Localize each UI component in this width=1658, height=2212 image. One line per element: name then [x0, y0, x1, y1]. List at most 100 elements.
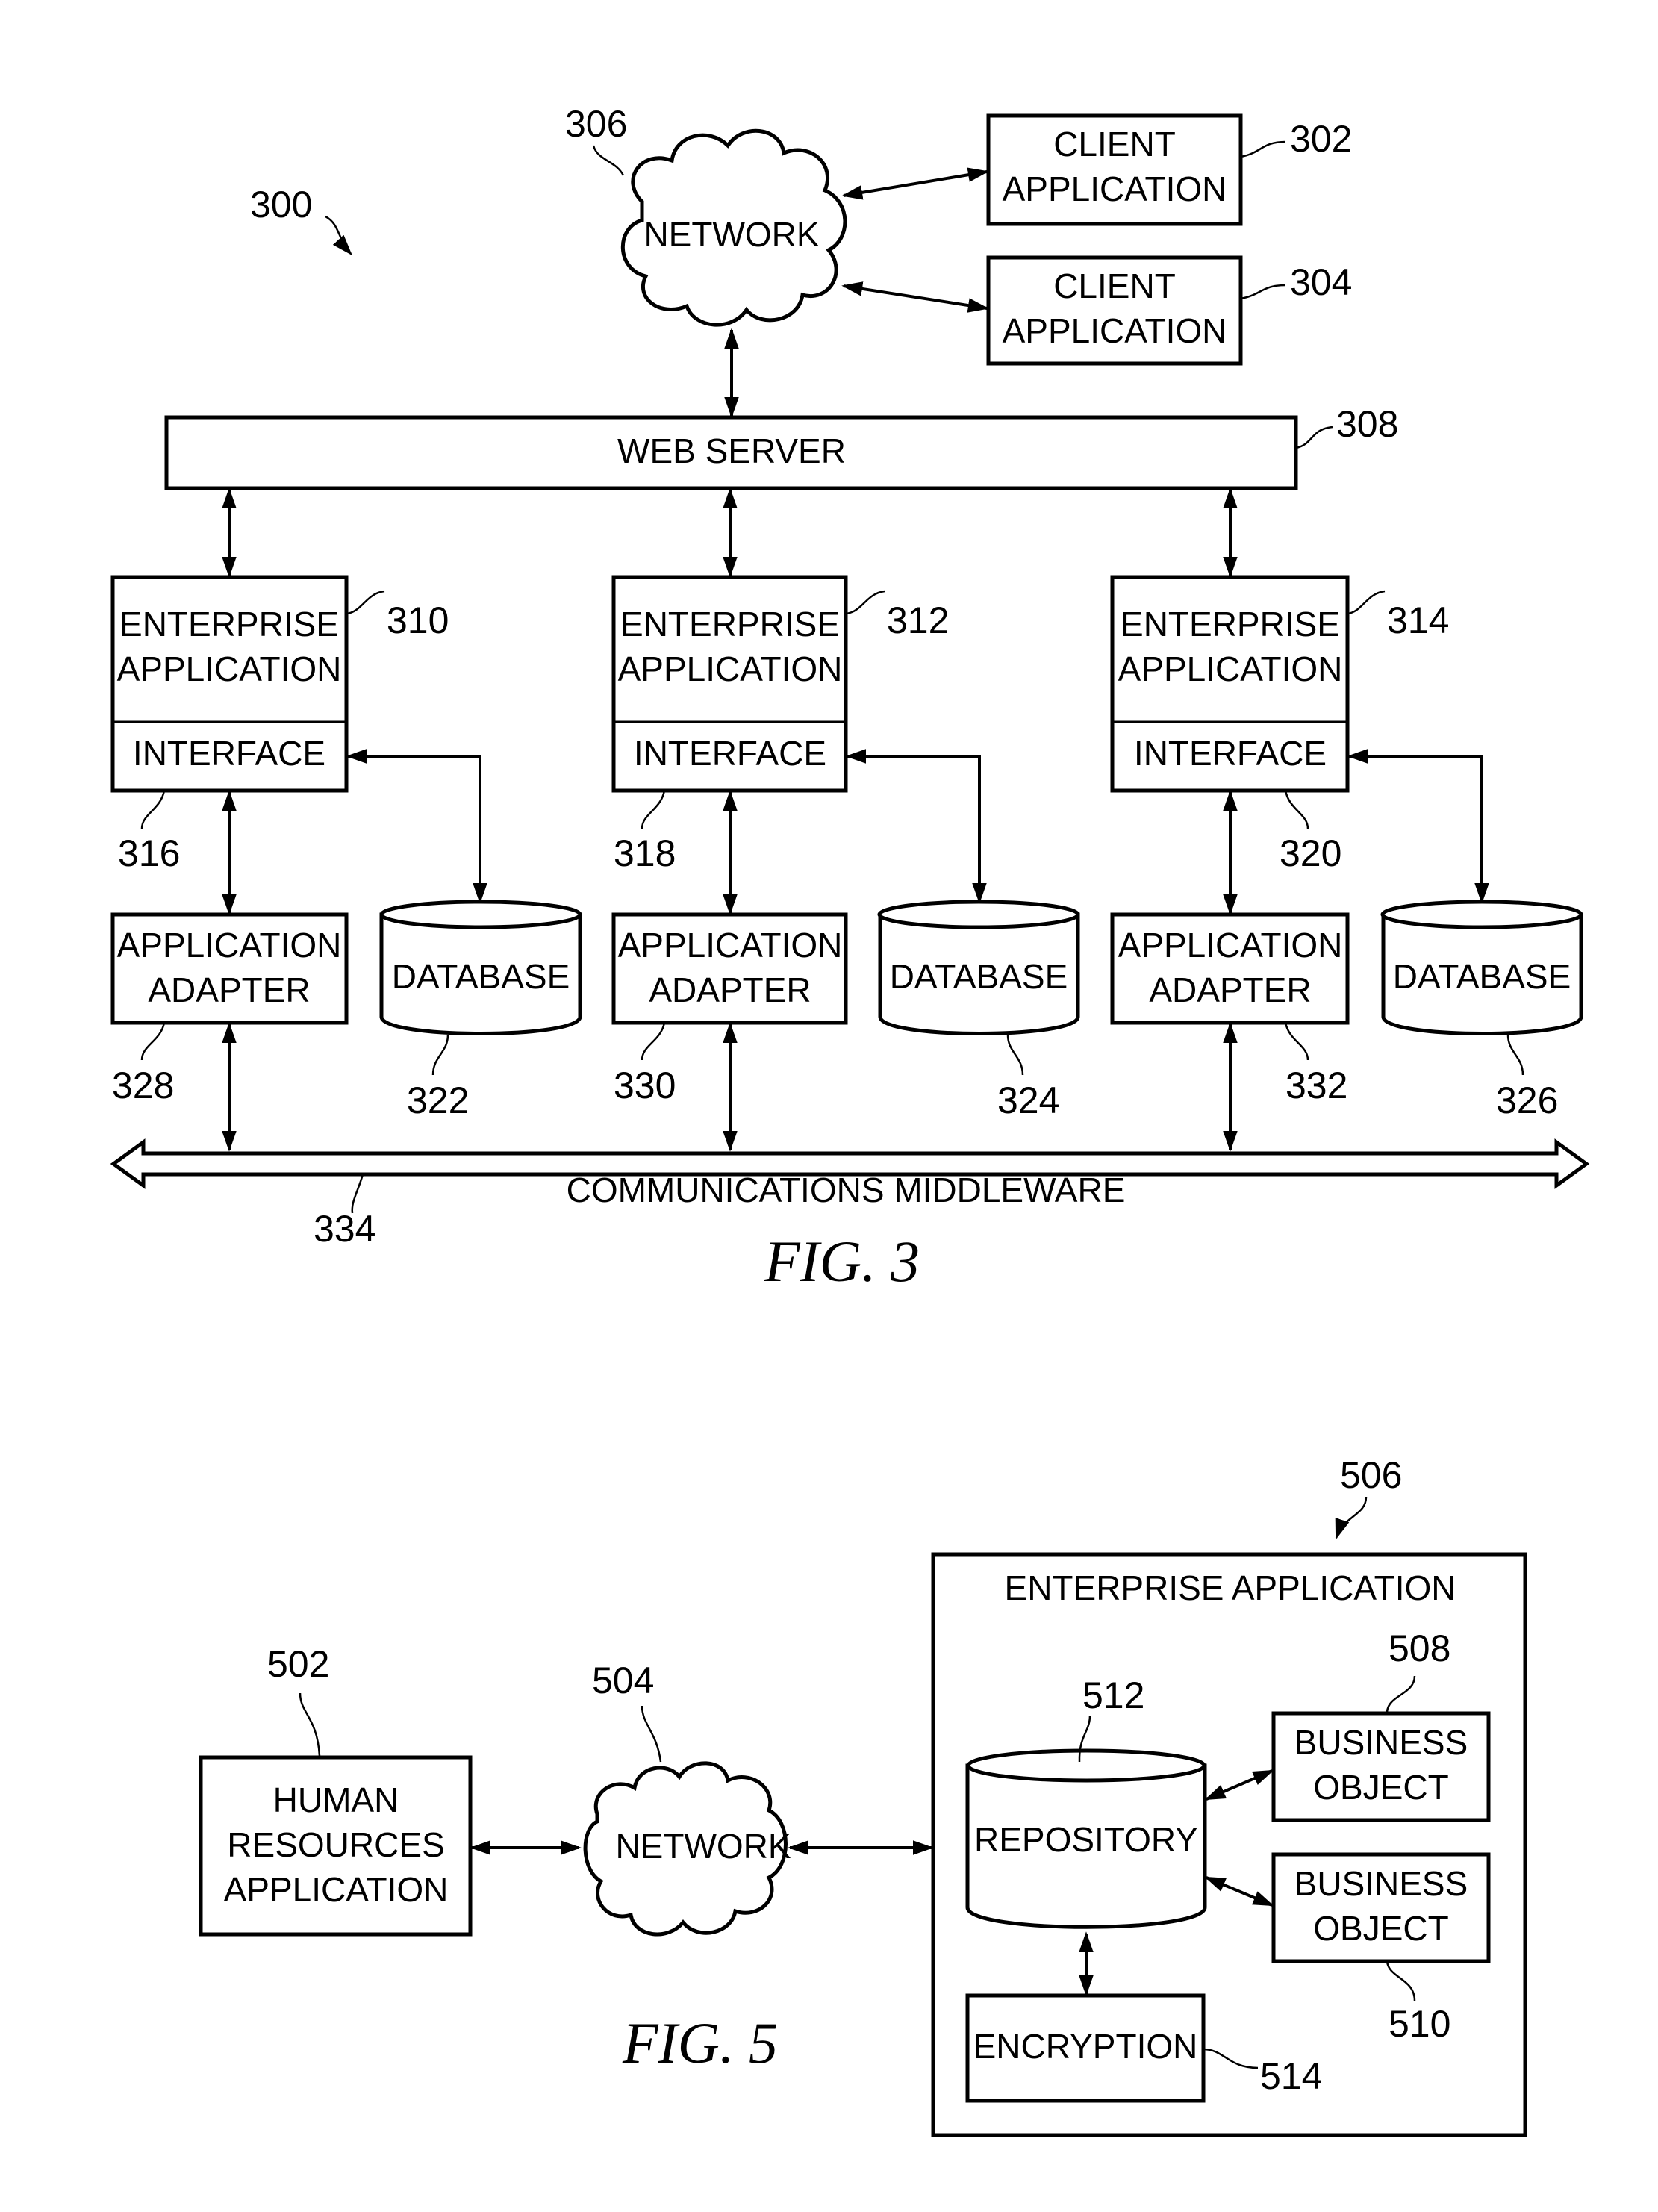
ea-line1: ENTERPRISE [620, 605, 840, 644]
ref-adapter: 328 [112, 1065, 174, 1106]
middleware-label: COMMUNICATIONS MIDDLEWARE [567, 1171, 1126, 1209]
hr-line1: HUMAN [273, 1780, 399, 1819]
leader-306 [592, 145, 625, 176]
arrow-network-client-302 [841, 167, 989, 200]
human-resources-application-502: HUMAN RESOURCES APPLICATION 502 [199, 1643, 473, 1937]
leader-database [431, 1034, 449, 1076]
arrow-interface-database [346, 749, 487, 904]
ref-508: 508 [1389, 1627, 1450, 1669]
enterprise-column-1: ENTERPRISE APPLICATION INTERFACE 310 316… [110, 487, 582, 1152]
network-label: NETWORK [615, 1827, 791, 1866]
leader-ea [1347, 590, 1386, 615]
repository-top [966, 1748, 1206, 1783]
database-top [1380, 900, 1583, 929]
ref-adapter: 330 [614, 1065, 676, 1106]
bo-line1: BUSINESS [1294, 1723, 1468, 1762]
enterprise-application-506: ENTERPRISE APPLICATION 506 REPOSITORY 51… [931, 1454, 1527, 2137]
bo-line1: BUSINESS [1294, 1864, 1468, 1903]
ref-510: 510 [1389, 2003, 1450, 2045]
enterprise-column-3: ENTERPRISE APPLICATION INTERFACE 314 320… [1110, 487, 1583, 1152]
interface-label: INTERFACE [133, 734, 325, 773]
ref-interface: 316 [118, 832, 180, 874]
fig3-diagram: 300 NETWORK 306 CLIENT APPLICATION 302 C… [110, 103, 1590, 1294]
leader-302 [1240, 140, 1286, 158]
ref-308: 308 [1336, 403, 1398, 445]
ea-line2: APPLICATION [117, 649, 342, 688]
leader-interface [140, 790, 166, 829]
hr-line2: RESOURCES [227, 1825, 444, 1864]
ref-506: 506 [1340, 1454, 1402, 1496]
leader-308 [1295, 426, 1333, 449]
enterprise-label: ENTERPRISE APPLICATION [1005, 1568, 1456, 1607]
ref-300: 300 [250, 184, 312, 225]
network-cloud-306: NETWORK 306 [565, 103, 847, 327]
ref-304: 304 [1290, 261, 1352, 303]
leader-502 [299, 1692, 321, 1757]
fig5-caption: FIG. 5 [622, 2010, 778, 2075]
encryption-label: ENCRYPTION [973, 2027, 1198, 2066]
web-server-308: WEB SERVER 308 [164, 403, 1398, 490]
arrow-interface-database [845, 749, 987, 904]
adapter-line1: APPLICATION [117, 926, 342, 965]
client-line2: APPLICATION [1003, 311, 1227, 350]
leader-334 [351, 1174, 364, 1214]
adapter-line2: ADAPTER [148, 971, 310, 1009]
ref-database: 324 [997, 1079, 1059, 1121]
ea-line1: ENTERPRISE [1121, 605, 1340, 644]
interface-label: INTERFACE [634, 734, 826, 773]
ea-line2: APPLICATION [618, 649, 843, 688]
database-cylinder: DATABASE [877, 900, 1080, 1035]
patent-drawing-sheet: 300 NETWORK 306 CLIENT APPLICATION 302 C… [110, 103, 1590, 2137]
bo-line2: OBJECT [1313, 1909, 1448, 1948]
leader-506 [1335, 1496, 1368, 1540]
leader-adapter [641, 1022, 666, 1061]
adapter-line2: ADAPTER [1149, 971, 1311, 1009]
network-label: NETWORK [643, 215, 819, 254]
leader-ea [845, 590, 885, 615]
bo-line2: OBJECT [1313, 1768, 1448, 1807]
ref-database: 326 [1496, 1079, 1558, 1121]
database-top [877, 900, 1080, 929]
arrow-interface-database [1347, 749, 1489, 904]
database-label: DATABASE [392, 957, 570, 996]
leader-adapter [140, 1022, 166, 1061]
client-line2: APPLICATION [1003, 169, 1227, 208]
web-server-label: WEB SERVER [617, 432, 846, 470]
leader-interface [641, 790, 666, 829]
ref-306: 306 [565, 103, 627, 145]
leader-300 [325, 215, 352, 256]
ref-512: 512 [1082, 1674, 1144, 1716]
database-top [379, 900, 582, 929]
adapter-line1: APPLICATION [618, 926, 843, 965]
arrow-network-client-304 [841, 281, 989, 313]
leader-504 [641, 1705, 662, 1763]
ref-database: 322 [407, 1079, 469, 1121]
network-cloud-504: NETWORK 504 [583, 1660, 791, 1937]
ref-504: 504 [592, 1660, 654, 1701]
leader-adapter [1284, 1022, 1309, 1061]
database-cylinder: DATABASE [379, 900, 582, 1035]
leader-database [1506, 1034, 1524, 1076]
ref-514: 514 [1260, 2055, 1322, 2097]
adapter-line1: APPLICATION [1118, 926, 1343, 965]
leader-ea [346, 590, 385, 615]
ref-502: 502 [267, 1643, 329, 1685]
database-label: DATABASE [890, 957, 1068, 996]
interface-label: INTERFACE [1134, 734, 1327, 773]
ea-line2: APPLICATION [1118, 649, 1343, 688]
client-application-304: CLIENT APPLICATION 304 [986, 255, 1352, 366]
database-label: DATABASE [1393, 957, 1571, 996]
enterprise-column-2: ENTERPRISE APPLICATION INTERFACE 312 318… [611, 487, 1080, 1152]
ref-interface: 320 [1280, 832, 1341, 874]
leader-database [1006, 1034, 1024, 1076]
ref-ea: 310 [387, 599, 449, 641]
ref-adapter: 332 [1285, 1065, 1347, 1106]
ref-334: 334 [314, 1208, 375, 1250]
fig5-diagram: HUMAN RESOURCES APPLICATION 502 NETWORK … [199, 1454, 1527, 2137]
ea-line1: ENTERPRISE [119, 605, 339, 644]
client-application-302: CLIENT APPLICATION 302 [986, 113, 1352, 226]
ref-302: 302 [1290, 118, 1352, 160]
leader-interface [1284, 790, 1309, 829]
client-line1: CLIENT [1053, 125, 1176, 163]
ref-ea: 312 [887, 599, 949, 641]
